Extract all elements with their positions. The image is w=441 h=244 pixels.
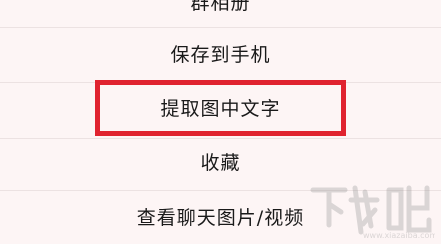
menu-item-save-to-phone[interactable]: 保存到手机 xyxy=(0,42,441,68)
divider xyxy=(0,82,441,83)
svg-text:www.xiazaiba.com: www.xiazaiba.com xyxy=(363,231,435,240)
divider xyxy=(0,27,441,28)
menu-item-view-chat-media[interactable]: 查看聊天图片/视频 xyxy=(0,205,441,231)
menu-item-extract-text[interactable]: 提取图中文字 xyxy=(0,96,441,122)
menu-item-group-album[interactable]: 群相册 xyxy=(0,0,441,16)
divider xyxy=(0,190,441,191)
action-sheet: 群相册 保存到手机 提取图中文字 收藏 查看聊天图片/视频 www.xiazai… xyxy=(0,0,441,244)
menu-item-favorite[interactable]: 收藏 xyxy=(0,150,441,176)
divider xyxy=(0,138,441,139)
